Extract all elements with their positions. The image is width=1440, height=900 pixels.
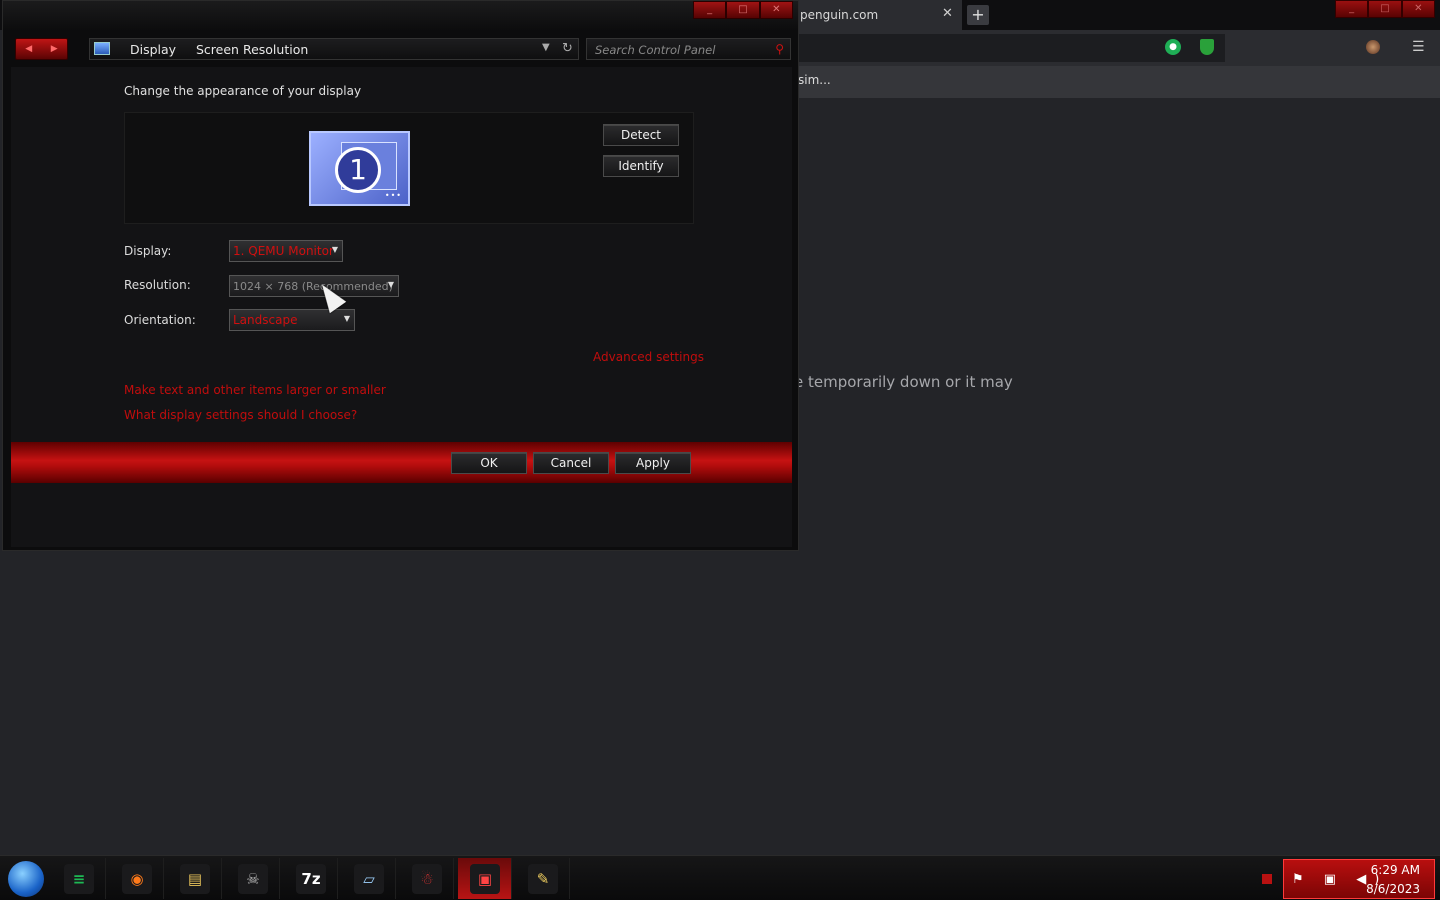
refresh-icon[interactable]: ↻ xyxy=(562,41,573,56)
taskbar-notes[interactable]: ≡ xyxy=(52,858,106,899)
taskbar-file-explorer-icon: ▤ xyxy=(180,864,210,894)
advanced-settings-link[interactable]: Advanced settings xyxy=(593,350,704,364)
minimize-button[interactable]: _ xyxy=(693,1,727,19)
resolution-label: Resolution: xyxy=(124,278,191,292)
display-select-value: 1. QEMU Monitor xyxy=(233,244,334,258)
menu-icon[interactable]: ☰ xyxy=(1412,39,1425,55)
main-content: Change the appearance of your display 1 … xyxy=(11,67,792,547)
taskbar-notepad-icon: ▱ xyxy=(354,864,384,894)
taskbar-notes-icon: ≡ xyxy=(64,864,94,894)
screen-resolution-window: _ □ ✕ ◀ ▶ Display Screen Resolution ▼ ↻ … xyxy=(2,0,799,551)
taskbar-paint-icon: ✎ xyxy=(528,864,558,894)
browser-toolbar: ● ☰ xyxy=(790,30,1440,66)
resolution-select-value: 1024 × 768 (Recommended) xyxy=(233,280,393,293)
new-tab-button[interactable]: + xyxy=(967,5,989,25)
chevron-down-icon[interactable]: ▼ xyxy=(542,42,550,53)
window-controls: _ □ ✕ xyxy=(693,1,793,19)
text-size-link[interactable]: Make text and other items larger or smal… xyxy=(124,383,386,397)
orientation-label: Orientation: xyxy=(124,313,196,327)
taskbar-skull-app[interactable]: ☠ xyxy=(226,858,280,899)
display-select[interactable]: 1. QEMU Monitor ▼ xyxy=(229,240,343,262)
taskbar-skull-app-icon: ☠ xyxy=(238,864,268,894)
monitor-number: 1 xyxy=(335,147,381,193)
tray-flag-icon[interactable] xyxy=(1262,874,1272,884)
display-preview: 1 ••• Detect Identify xyxy=(124,112,694,224)
browser-window-controls: _ □ ✕ xyxy=(1335,0,1435,18)
taskbar-firefox[interactable]: ◉ xyxy=(110,858,164,899)
tab-close-icon[interactable]: ✕ xyxy=(942,6,953,21)
page-title: Change the appearance of your display xyxy=(124,84,362,98)
resolution-select[interactable]: 1024 × 768 (Recommended) ▼ xyxy=(229,275,399,297)
start-button[interactable] xyxy=(8,861,44,897)
monitor-dots-icon: ••• xyxy=(384,191,402,200)
close-button[interactable]: ✕ xyxy=(759,1,793,19)
display-help-link[interactable]: What display settings should I choose? xyxy=(124,408,357,422)
search-icon[interactable]: ⚲ xyxy=(775,42,784,56)
nav-buttons: ◀ ▶ xyxy=(15,38,68,60)
tab-title: penguin.com xyxy=(800,8,879,22)
breadcrumb-display[interactable]: Display xyxy=(130,42,176,57)
ok-button[interactable]: OK xyxy=(451,452,527,474)
taskbar-santa-app-icon: ☃ xyxy=(412,864,442,894)
monitor-1-icon[interactable]: 1 ••• xyxy=(309,131,410,206)
back-arrow-icon[interactable]: ◀ xyxy=(16,39,42,59)
taskbar-paint[interactable]: ✎ xyxy=(516,858,570,899)
chevron-down-icon: ▼ xyxy=(387,280,394,289)
taskbar-notepad[interactable]: ▱ xyxy=(342,858,396,899)
dialog-footer: OK Cancel Apply xyxy=(11,442,792,483)
taskbar-santa-app[interactable]: ☃ xyxy=(400,858,454,899)
breadcrumb[interactable]: Display Screen Resolution ▼ ↻ xyxy=(89,38,579,60)
browser-close-button[interactable]: ✕ xyxy=(1401,0,1435,18)
display-icon xyxy=(94,42,110,55)
apply-button[interactable]: Apply xyxy=(615,452,691,474)
taskbar: ≡ ◉ ▤ ☠ 7z ▱ ☃ ▣ ✎ ⚑ ▣ ◀) 6:29 AM 8/6/2023 xyxy=(0,855,1440,900)
search-input[interactable]: Search Control Panel xyxy=(595,43,715,57)
detect-button[interactable]: Detect xyxy=(603,124,679,146)
taskbar-7zip-icon: 7z xyxy=(296,864,326,894)
window-titlebar[interactable]: _ □ ✕ xyxy=(3,1,798,31)
identify-button[interactable]: Identify xyxy=(603,155,679,177)
address-bar[interactable] xyxy=(790,34,1225,62)
orientation-select[interactable]: Landscape ▼ xyxy=(229,309,355,331)
cancel-button[interactable]: Cancel xyxy=(533,452,609,474)
bookmarks-bar: sim... xyxy=(790,66,1440,98)
forward-arrow-icon[interactable]: ▶ xyxy=(42,39,68,59)
page-error-text: e temporarily down or it may xyxy=(794,373,1013,391)
chevron-down-icon: ▼ xyxy=(331,245,338,254)
browser-minimize-button[interactable]: _ xyxy=(1335,0,1369,18)
clock-time[interactable]: 6:29 AM xyxy=(1371,863,1420,877)
system-tray: ⚑ ▣ ◀) 6:29 AM 8/6/2023 xyxy=(1283,859,1435,899)
browser-maximize-button[interactable]: □ xyxy=(1368,0,1402,18)
maximize-button[interactable]: □ xyxy=(726,1,760,19)
search-box[interactable]: Search Control Panel ⚲ xyxy=(586,38,791,60)
clock-date[interactable]: 8/6/2023 xyxy=(1366,882,1420,896)
taskbar-display-settings[interactable]: ▣ xyxy=(458,858,512,899)
taskbar-display-settings-icon: ▣ xyxy=(470,864,500,894)
bookmark-item[interactable]: sim... xyxy=(798,73,831,87)
display-label: Display: xyxy=(124,244,172,258)
chat-extension-icon[interactable]: ● xyxy=(1165,39,1181,55)
taskbar-7zip[interactable]: 7z xyxy=(284,858,338,899)
profile-avatar[interactable] xyxy=(1366,40,1380,54)
shield-extension-icon[interactable] xyxy=(1200,39,1214,55)
browser-tab[interactable]: penguin.com ✕ xyxy=(790,0,962,30)
chevron-down-icon: ▼ xyxy=(343,314,350,323)
breadcrumb-screen-resolution[interactable]: Screen Resolution xyxy=(196,42,308,57)
taskbar-file-explorer[interactable]: ▤ xyxy=(168,858,222,899)
taskbar-firefox-icon: ◉ xyxy=(122,864,152,894)
orientation-select-value: Landscape xyxy=(233,313,298,327)
